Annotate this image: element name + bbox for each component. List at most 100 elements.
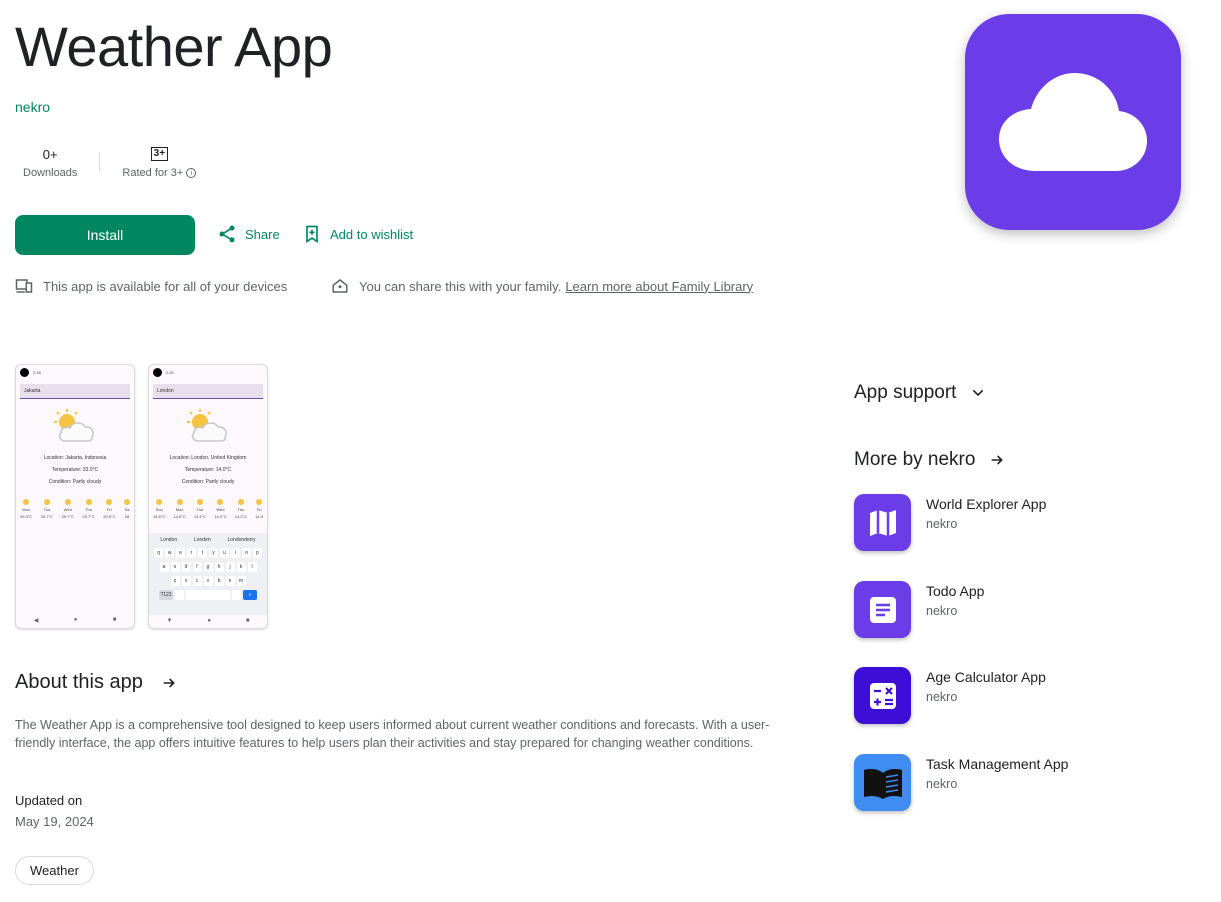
more-app-item[interactable]: Todo App nekro <box>854 581 984 638</box>
family-library-link[interactable]: Learn more about Family Library <box>565 279 753 294</box>
map-icon <box>854 494 911 551</box>
updated-date: May 19, 2024 <box>15 814 94 829</box>
family-home-icon <box>332 279 348 293</box>
arrow-right-icon <box>163 677 175 688</box>
keyboard-key: t <box>198 548 207 558</box>
devices-icon <box>15 279 33 293</box>
family-text: You can share this with your family. <box>359 278 562 294</box>
share-icon <box>219 225 235 243</box>
category-tag[interactable]: Weather <box>15 856 94 885</box>
about-description: The Weather App is a comprehensive tool … <box>15 718 770 750</box>
wishlist-button[interactable]: Add to wishlist <box>302 224 413 244</box>
about-heading[interactable]: About this app <box>15 671 177 694</box>
city-input: London <box>153 384 263 399</box>
screenshot-1[interactable]: 2:18 Jakarta Location: Jakarta, Indonesi… <box>15 364 135 629</box>
info-icon[interactable]: i <box>186 168 197 178</box>
condition-text: Condition: Partly cloudy <box>48 479 102 485</box>
arrow-right-icon <box>992 455 1004 465</box>
keyboard-key: u <box>220 548 229 558</box>
chevron-down-icon <box>973 389 984 397</box>
keyboard-key: h <box>214 562 224 572</box>
keyboard-key: b <box>214 576 224 586</box>
downloads-stat: 0+ Downloads <box>15 144 85 180</box>
app-icon <box>965 14 1181 230</box>
install-button[interactable]: Install <box>15 215 195 255</box>
keyboard-key: e <box>176 548 185 558</box>
keyboard-key: y <box>209 548 218 558</box>
more-app-item[interactable]: World Explorer App nekro <box>854 494 1046 551</box>
keyboard-key: q <box>154 548 163 558</box>
family-availability: You can share this with your family. Lea… <box>331 277 753 295</box>
content-rating-badge: 3+ <box>150 147 169 161</box>
keyboard-key: i <box>231 548 240 558</box>
screenshots-carousel[interactable]: 2:18 Jakarta Location: Jakarta, Indonesi… <box>15 364 268 629</box>
more-app-developer: nekro <box>926 604 958 618</box>
keyboard-key: x <box>181 576 191 586</box>
android-nav-bar: ◀ ● ■ <box>33 617 117 624</box>
app-stats: 0+ Downloads 3+ Rated for 3+ i <box>15 144 204 179</box>
downloads-value: 0+ <box>42 146 58 162</box>
more-app-name: Todo App <box>926 583 985 599</box>
bookmark-add-icon <box>306 225 318 244</box>
more-app-item[interactable]: Age Calculator App nekro <box>854 667 1046 724</box>
location-text: Location: London, United Kingdom <box>169 455 247 461</box>
keyboard-key: p <box>253 548 262 558</box>
keyboard-key: l <box>247 562 257 572</box>
status-time: 2:18 <box>33 369 41 375</box>
location-text: Location: Jakarta, Indonesia <box>43 455 107 461</box>
keyboard-key: r <box>187 548 196 558</box>
keyboard-key: v <box>203 576 213 586</box>
keyboard-key: w <box>165 548 174 558</box>
more-app-developer: nekro <box>926 777 958 791</box>
wishlist-label: Add to wishlist <box>330 226 414 242</box>
developer-link[interactable]: nekro <box>15 99 50 115</box>
condition-text: Condition: Partly cloudy <box>181 479 235 485</box>
more-app-item[interactable]: Task Management App nekro <box>854 754 1068 811</box>
more-app-developer: nekro <box>926 517 958 531</box>
list-icon <box>854 581 911 638</box>
more-app-name: World Explorer App <box>926 496 1047 512</box>
calculator-icon <box>854 667 911 724</box>
keyboard-key: j <box>225 562 235 572</box>
downloads-label: Downloads <box>23 167 78 179</box>
app-support-label: App support <box>854 382 957 403</box>
rating-stat: 3+ Rated for 3+ i <box>114 144 204 179</box>
app-title: Weather App <box>15 15 333 78</box>
screenshot-2[interactable]: 2:20 London Location: London, United Kin… <box>148 364 268 629</box>
keyboard-key: n <box>225 576 235 586</box>
android-nav-bar: ▼ ● ■ <box>166 618 250 624</box>
share-button[interactable]: Share <box>217 224 280 244</box>
onscreen-keyboard: London Londen Londonderry qwertyuiop asd… <box>149 533 267 615</box>
more-app-developer: nekro <box>926 690 958 704</box>
keyboard-key: s <box>170 562 180 572</box>
city-input: Jakarta <box>20 384 130 399</box>
more-app-name: Task Management App <box>926 756 1069 772</box>
partly-cloudy-icon <box>149 409 267 443</box>
share-label: Share <box>245 226 280 242</box>
keyboard-key: z <box>170 576 180 586</box>
keyboard-key: f <box>192 562 202 572</box>
partly-cloudy-icon <box>16 409 134 443</box>
status-time: 2:20 <box>166 369 174 375</box>
more-by-developer[interactable]: More by nekro <box>854 449 1005 471</box>
more-by-label: More by nekro <box>854 449 976 470</box>
keyboard-key: d <box>181 562 191 572</box>
forecast-row: Mon 29.3°C Tue 29.7°C Wed 29.7°C Thu 29.7°C … <box>16 499 134 519</box>
keyboard-key: k <box>236 562 246 572</box>
keyboard-key: g <box>203 562 213 572</box>
rating-label: Rated for 3+ <box>122 167 184 179</box>
temperature-text: Temperature: 14.0°C <box>184 467 232 473</box>
devices-availability: This app is available for all of your de… <box>15 277 287 295</box>
keyboard-key: o <box>242 548 251 558</box>
stats-divider <box>99 152 101 171</box>
keyboard-key: c <box>192 576 202 586</box>
cloud-icon <box>999 73 1147 171</box>
about-title: About this app <box>15 671 143 693</box>
updated-label: Updated on <box>15 793 83 808</box>
app-support-toggle[interactable]: App support <box>854 382 986 404</box>
temperature-text: Temperature: 33.0°C <box>51 467 99 473</box>
book-icon <box>854 754 911 811</box>
devices-text: This app is available for all of your de… <box>43 278 288 294</box>
keyboard-key: a <box>159 562 169 572</box>
keyboard-key: m <box>236 576 246 586</box>
